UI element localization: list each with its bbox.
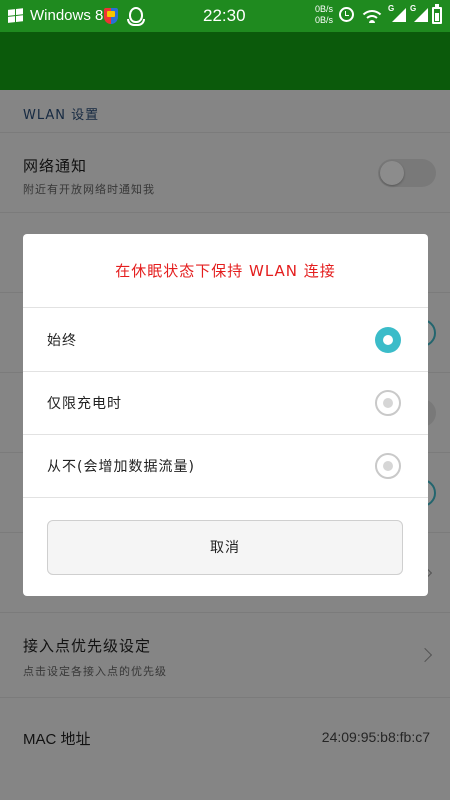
signal-type-1: G (388, 4, 395, 13)
option-label: 从不(会增加数据流量) (47, 459, 195, 475)
security-shield-icon (104, 8, 118, 24)
upload-rate: 0B/s (314, 4, 333, 14)
radio-checked-icon[interactable] (375, 327, 401, 353)
radio-unchecked-icon[interactable] (375, 453, 401, 479)
option-always[interactable]: 始终 (23, 309, 428, 372)
signal-type-2: G (410, 4, 417, 13)
battery-icon (432, 4, 442, 24)
qq-penguin-icon (127, 7, 145, 26)
dialog-title: 在休眠状态下保持 WLAN 连接 (23, 234, 428, 308)
network-rate: 0B/s 0B/s (311, 4, 333, 26)
option-charging-only[interactable]: 仅限充电时 (23, 372, 428, 435)
carrier-name: Windows 8 (30, 7, 104, 24)
radio-unchecked-icon[interactable] (375, 390, 401, 416)
option-label: 始终 (47, 333, 77, 349)
header-band (0, 32, 450, 90)
clock: 22:30 (203, 6, 246, 25)
wifi-icon (362, 7, 382, 23)
status-bar: Windows 8 22:30 0B/s 0B/s G G (0, 0, 450, 32)
cancel-button[interactable]: 取消 (47, 520, 403, 575)
alarm-icon (339, 7, 354, 22)
wlan-sleep-dialog: 在休眠状态下保持 WLAN 连接 始终 仅限充电时 从不(会增加数据流量) 取消 (23, 234, 428, 596)
windows-logo-icon (8, 8, 24, 24)
download-rate: 0B/s (314, 15, 333, 25)
option-never[interactable]: 从不(会增加数据流量) (23, 435, 428, 498)
option-label: 仅限充电时 (47, 396, 122, 412)
